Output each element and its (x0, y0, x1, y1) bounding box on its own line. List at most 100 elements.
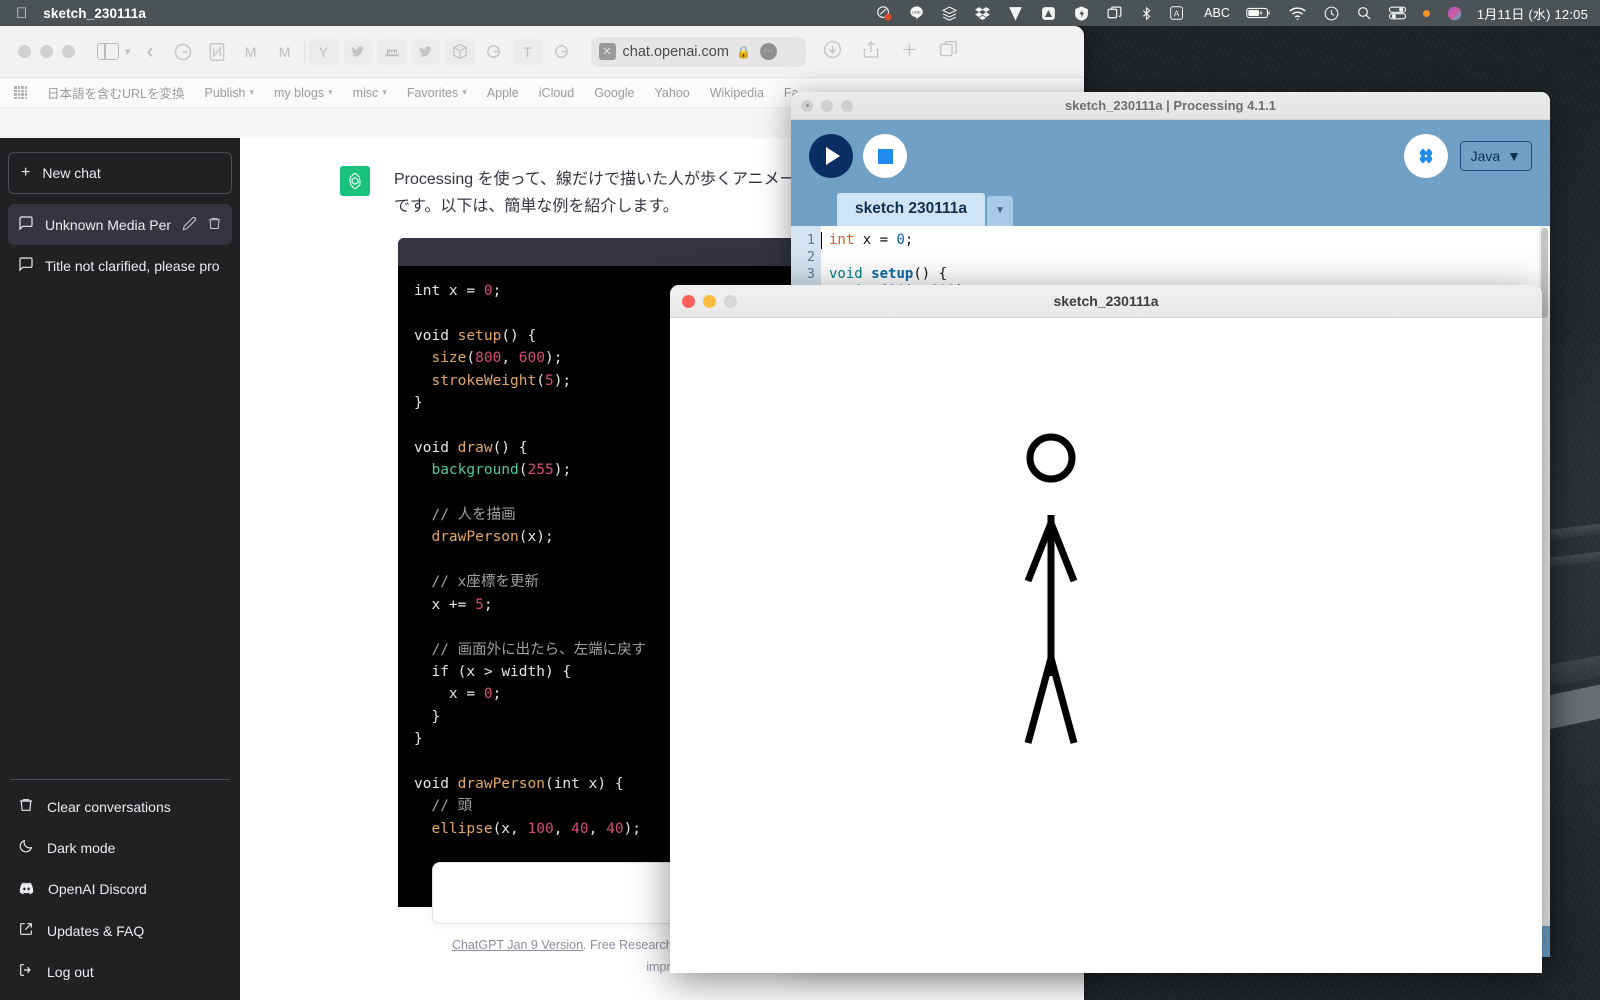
bookmark-label: Apple (486, 85, 519, 100)
menubar-clock[interactable]: 1月11日 (水) 12:05 (1477, 4, 1588, 23)
zoom-button[interactable] (62, 45, 75, 58)
layers-icon[interactable] (941, 5, 958, 22)
figure-left-leg (1024, 657, 1055, 744)
message-line-2: です。以下は、簡単な例を紹介します。 (394, 198, 679, 215)
favicon-gmail-icon[interactable]: M (236, 39, 266, 65)
new-chat-button[interactable]: + New chat (8, 152, 232, 194)
sketch-tab[interactable]: sketch 230111a (837, 193, 986, 226)
app-grid-icon[interactable] (14, 86, 27, 99)
time-machine-icon[interactable] (1323, 5, 1340, 22)
download-icon[interactable] (822, 39, 843, 65)
scrollbar-thumb[interactable] (1541, 228, 1548, 318)
favicon-twitter-icon[interactable] (342, 38, 373, 65)
bookmark-item[interactable]: misc ▾ (353, 86, 387, 100)
chevron-down-icon: ▼ (1507, 148, 1521, 164)
conversation-item[interactable]: Title not clarified, please pro (8, 245, 232, 286)
bookmark-label: Publish (204, 85, 246, 100)
back-arrow-icon[interactable]: ‹ (147, 40, 154, 64)
siri-icon[interactable] (1446, 5, 1463, 22)
sketch-title-bar: sketch_230111a (670, 285, 1542, 318)
bookmark-item[interactable]: Publish ▾ (205, 86, 255, 100)
openai-avatar-icon (340, 166, 370, 196)
battery-icon[interactable] (1246, 6, 1272, 20)
chevron-down-icon: ▾ (328, 87, 333, 97)
external-link-icon (18, 921, 34, 940)
mode-selector-button[interactable]: Java ▼ (1459, 141, 1532, 171)
sidebar-item-dark-mode[interactable]: Dark mode (8, 827, 232, 868)
favicon-google2-icon[interactable] (547, 39, 577, 65)
tab-overview-icon[interactable] (938, 39, 959, 65)
trash-icon (18, 797, 34, 816)
adobe-icon[interactable] (1040, 5, 1057, 22)
favicon-twitter2-icon[interactable] (410, 38, 441, 65)
chat-bubble-icon (18, 215, 34, 234)
delete-trash-icon[interactable] (207, 216, 222, 234)
chevron-down-icon[interactable]: ▾ (125, 45, 131, 58)
bookmark-item[interactable]: my blogs ▾ (274, 86, 333, 100)
shield-bolt-icon[interactable] (1073, 5, 1090, 22)
keyboard-abc-icon[interactable]: A (1170, 5, 1188, 21)
sidebar-item-updates-faq[interactable]: Updates & FAQ (8, 910, 232, 951)
version-link[interactable]: ChatGPT Jan 9 Version (452, 938, 583, 952)
bookmark-item[interactable]: iCloud (539, 86, 574, 100)
logout-icon (18, 962, 34, 981)
close-tab-icon[interactable]: ✕ (598, 43, 616, 60)
favicon-google-icon[interactable] (479, 39, 509, 65)
sidebar-item-label: Dark mode (47, 839, 116, 856)
sketch-canvas[interactable] (670, 318, 1542, 973)
bookmark-item[interactable]: Google (594, 86, 634, 100)
apple-logo-icon[interactable]:  (16, 6, 27, 21)
sidebar-item-openai-discord[interactable]: OpenAI Discord (8, 868, 232, 910)
favicon-pen-icon[interactable]: pen (376, 38, 407, 65)
favicon-t-icon[interactable]: T (512, 38, 543, 65)
bookmark-item[interactable]: Yahoo (655, 86, 690, 100)
minimize-button[interactable] (40, 45, 53, 58)
spotlight-search-icon[interactable] (1356, 5, 1372, 21)
macos-menu-bar:  sketch_230111a LINE (0, 0, 1600, 26)
bookmark-item[interactable]: Favorites ▾ (407, 86, 467, 100)
favicon-yahoo-icon[interactable]: Y (308, 38, 339, 65)
stop-button[interactable] (863, 134, 907, 178)
chevron-down-icon: ▾ (249, 87, 255, 97)
sidebar-item-label: Log out (47, 963, 94, 980)
bookmark-label: iCloud (538, 85, 575, 100)
shutter-encoder-icon[interactable] (876, 5, 893, 22)
conversation-title: Title not clarified, please pro (45, 257, 220, 274)
favicon-gmail2-icon[interactable]: M (270, 39, 300, 65)
bookmark-label: 日本語を含むURLを変換 (47, 87, 185, 101)
tab-menu-arrow-icon[interactable]: ▼ (987, 196, 1013, 226)
toolbar-divider (303, 41, 305, 62)
sidebar-item-label: OpenAI Discord (48, 881, 147, 897)
figure-head (1026, 433, 1076, 483)
favicon-notion-icon[interactable] (202, 39, 232, 65)
dropbox-icon[interactable] (974, 5, 991, 22)
sidebar-item-log-out[interactable]: Log out (8, 951, 232, 992)
safari-traffic-lights[interactable] (18, 45, 75, 58)
sidebar-toggle-icon[interactable] (97, 43, 119, 60)
share-icon[interactable] (861, 39, 881, 65)
debug-button[interactable] (1403, 134, 1448, 178)
bluetooth-icon[interactable] (1139, 6, 1154, 21)
bookmark-label: Favorites (406, 85, 459, 100)
message-line-1: Processing を使って、線だけで描いた人が歩くアニメーション (394, 171, 844, 188)
windows-stack-icon[interactable] (1106, 5, 1123, 22)
line-icon[interactable]: LINE (909, 5, 925, 21)
favicon-dice-icon[interactable] (444, 38, 475, 65)
bookmark-item[interactable]: 日本語を含むURLを変換 (47, 83, 185, 102)
text-caret (821, 232, 822, 249)
new-tab-icon[interactable] (899, 39, 920, 65)
sidebar-item-clear-conversations[interactable]: Clear conversations (8, 786, 232, 827)
wifi-icon[interactable] (1288, 6, 1307, 21)
close-button[interactable] (18, 45, 31, 58)
address-bar[interactable]: ✕ chat.openai.com 🔒 ⋯ (590, 36, 806, 67)
control-center-icon[interactable] (1388, 5, 1407, 21)
paper-plane-icon[interactable] (1007, 5, 1024, 22)
run-button[interactable] (809, 134, 853, 178)
edit-pencil-icon[interactable] (182, 216, 197, 234)
bookmark-item[interactable]: Wikipedia (710, 86, 764, 100)
favicon-grammarly-icon[interactable] (168, 39, 198, 65)
moon-icon (18, 838, 34, 857)
conversation-item-active[interactable]: Unknown Media Pen (8, 204, 232, 245)
more-options-icon[interactable]: ⋯ (759, 43, 777, 60)
bookmark-item[interactable]: Apple (487, 86, 519, 100)
